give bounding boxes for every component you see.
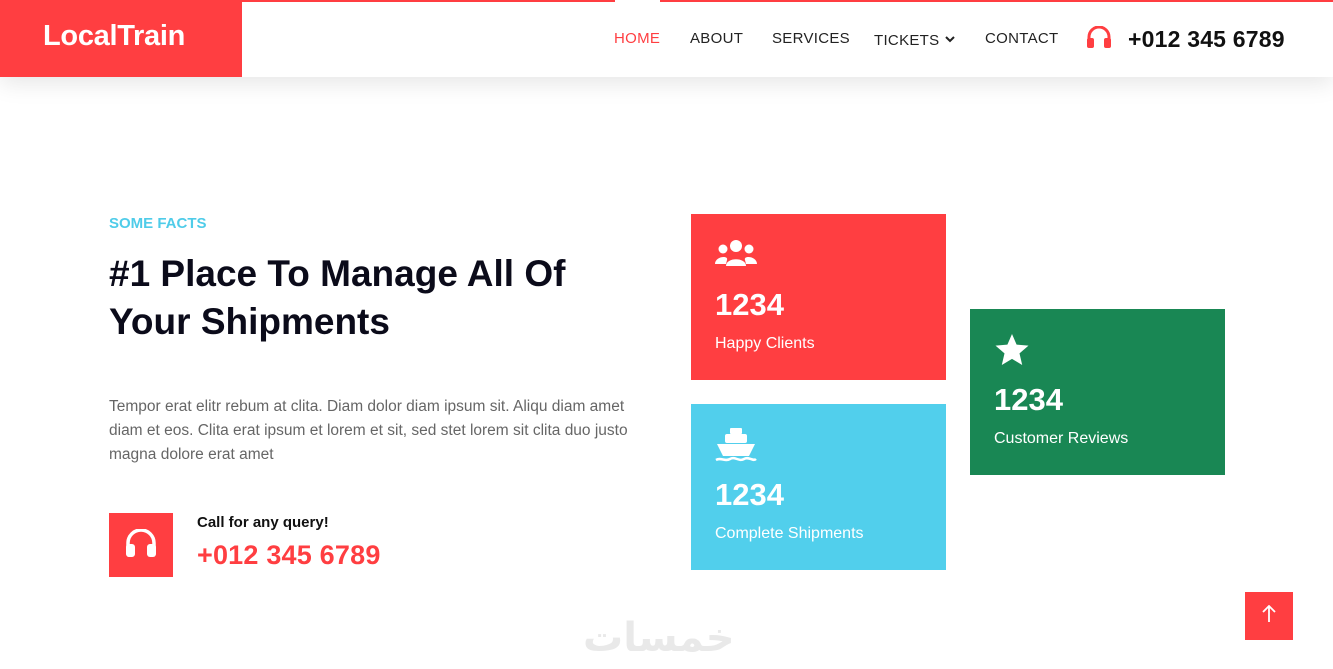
brand-logo[interactable]: LocalTrain [0,0,242,77]
ship-icon [715,428,757,467]
nav-item-tickets[interactable]: TICKETS [874,30,956,49]
back-to-top-button[interactable] [1245,592,1293,640]
fact-label: Complete Shipments [715,525,864,542]
users-icon [715,238,757,273]
star-icon [994,333,1030,372]
section-eyebrow: SOME FACTS [109,215,207,232]
watermark: خمسات [583,615,735,661]
call-icon-box [109,513,173,577]
navbar-top-border [242,0,615,2]
fact-label: Happy Clients [715,335,815,352]
nav-item-about[interactable]: ABOUT [690,30,743,47]
fact-label: Customer Reviews [994,430,1129,447]
fact-value: 1234 [715,477,784,512]
section-headline: #1 Place To Manage All Of Your Shipments [109,253,566,342]
nav-item-home[interactable]: HOME [614,30,660,47]
fact-card-customer-reviews: 1234 Customer Reviews [970,309,1225,475]
arrow-up-icon [1262,604,1276,628]
section-paragraph: Tempor erat elitr rebum at clita. Diam d… [109,398,628,463]
fact-card-complete-shipments: 1234 Complete Shipments [691,404,946,570]
fact-value: 1234 [715,287,784,322]
fact-value: 1234 [994,382,1063,417]
nav-phone-number: +012 345 6789 [1128,25,1285,52]
fact-card-happy-clients: 1234 Happy Clients [691,214,946,380]
headphones-icon [124,527,158,562]
headphones-icon [1086,25,1112,53]
nav-item-services[interactable]: SERVICES [772,30,850,47]
chevron-down-icon [945,30,956,47]
navbar: LocalTrain HOME ABOUT SERVICES TICKETS C… [0,0,1333,77]
navbar-top-border [660,0,1333,2]
nav-phone[interactable]: +012 345 6789 [1086,24,1285,54]
call-number[interactable]: +012 345 6789 [197,540,381,571]
nav-item-tickets-label: TICKETS [874,32,940,49]
call-label: Call for any query! [197,514,329,531]
nav-item-contact[interactable]: CONTACT [985,30,1058,47]
